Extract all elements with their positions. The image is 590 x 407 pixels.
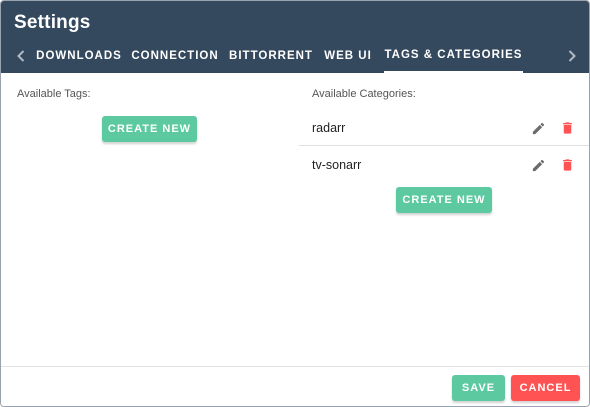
dialog-content: Available Tags: CREATE NEW Available Cat… [1, 73, 589, 366]
category-row: radarr [299, 110, 589, 146]
available-tags-label: Available Tags: [17, 88, 91, 100]
trash-icon[interactable] [557, 118, 577, 138]
category-name: radarr [312, 121, 346, 135]
create-tag-button[interactable]: CREATE NEW [102, 116, 197, 142]
settings-tabs: DOWNLOADS CONNECTION BITTORRENT WEB UI T… [1, 41, 589, 73]
dialog-footer: SAVE CANCEL [1, 366, 589, 406]
dialog-header: Settings DOWNLOADS CONNECTION BITTORRENT… [1, 1, 589, 73]
tab-web-ui[interactable]: WEB UI [323, 41, 373, 71]
settings-dialog: Settings DOWNLOADS CONNECTION BITTORRENT… [0, 0, 590, 407]
available-categories-label: Available Categories: [312, 88, 416, 100]
dialog-title: Settings [14, 12, 91, 33]
category-row: tv-sonarr [299, 147, 589, 183]
save-button[interactable]: SAVE [452, 375, 505, 401]
tab-downloads[interactable]: DOWNLOADS [36, 41, 121, 71]
pencil-icon[interactable] [528, 118, 548, 138]
chevron-left-icon[interactable] [8, 41, 34, 71]
create-category-button[interactable]: CREATE NEW [396, 187, 492, 213]
tab-bittorrent[interactable]: BITTORRENT [229, 41, 312, 71]
chevron-right-icon[interactable] [559, 41, 585, 71]
cancel-button[interactable]: CANCEL [511, 375, 580, 401]
tab-connection[interactable]: CONNECTION [131, 41, 218, 71]
tab-tags-categories[interactable]: TAGS & CATEGORIES [384, 41, 523, 73]
trash-icon[interactable] [557, 155, 577, 175]
pencil-icon[interactable] [528, 155, 548, 175]
category-name: tv-sonarr [312, 158, 362, 172]
